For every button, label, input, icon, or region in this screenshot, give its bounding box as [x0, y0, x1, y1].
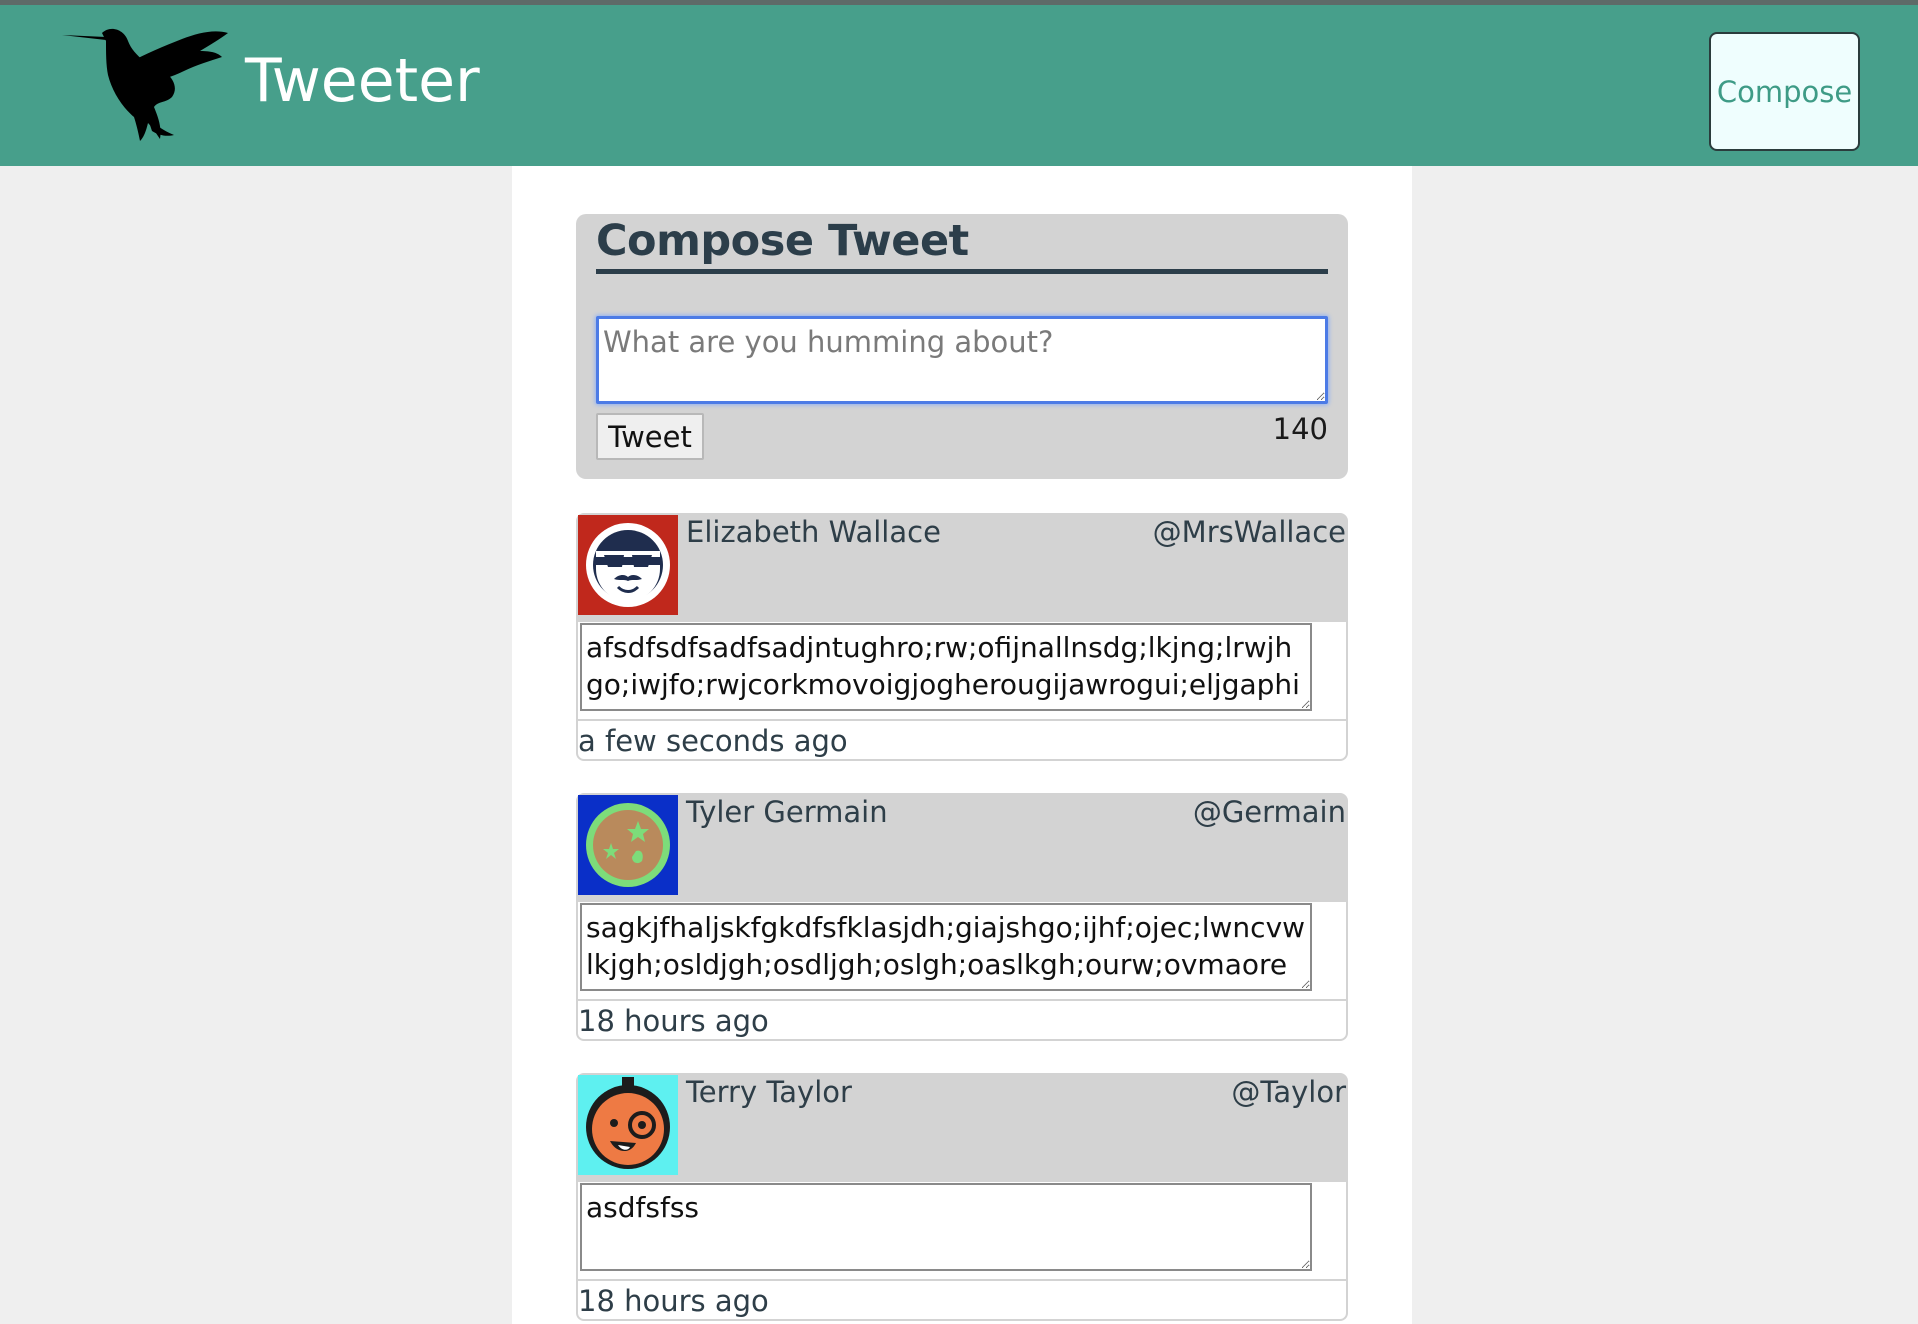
tweet-timestamp: a few seconds ago: [578, 724, 848, 758]
tweet-card: Tyler Germain @Germain sagkjfhaljskfgkdf…: [576, 793, 1348, 1041]
tweet-text[interactable]: asdfsfss: [580, 1183, 1312, 1271]
navbar: Tweeter Compose: [0, 5, 1918, 166]
tweet-author-handle[interactable]: @MrsWallace: [1153, 515, 1346, 549]
hummingbird-logo-icon: [62, 28, 228, 141]
sunglasses-mustache-avatar-icon: [578, 515, 678, 615]
tweet-header: Elizabeth Wallace @MrsWallace: [576, 513, 1348, 622]
compose-nav-button[interactable]: Compose: [1709, 32, 1860, 151]
tweet-timestamp: 18 hours ago: [578, 1284, 769, 1318]
compose-title-rule: [596, 269, 1328, 274]
compose-title: Compose Tweet: [596, 216, 969, 266]
tweet-text[interactable]: sagkjfhaljskfgkdfsfklasjdh;giajshgo;ijhf…: [580, 903, 1312, 991]
tweet-body: afsdfsdfsadfsadjntughro;rw;ofijnallnsdg;…: [576, 622, 1348, 761]
tweet-header: Tyler Germain @Germain: [576, 793, 1348, 902]
tweet-card: Elizabeth Wallace @MrsWallace afsdfsdfsa…: [576, 513, 1348, 761]
tweet-input[interactable]: [596, 316, 1328, 404]
tweet-card: Terry Taylor @Taylor asdfsfss 18 hours a…: [576, 1073, 1348, 1321]
tweet-author-name: Elizabeth Wallace: [686, 515, 941, 549]
tweet-author-name: Tyler Germain: [686, 795, 888, 829]
tweet-text[interactable]: afsdfsdfsadfsadjntughro;rw;ofijnallnsdg;…: [580, 623, 1312, 711]
tweet-timestamp: 18 hours ago: [578, 1004, 769, 1038]
brand-title: Tweeter: [245, 46, 480, 116]
char-counter: 140: [1272, 412, 1328, 446]
tweet-header: Terry Taylor @Taylor: [576, 1073, 1348, 1182]
tweet-author-handle[interactable]: @Taylor: [1231, 1075, 1346, 1109]
monocle-face-avatar-icon: [578, 1075, 678, 1175]
tweet-button[interactable]: Tweet: [596, 413, 704, 460]
tweet-author-handle[interactable]: @Germain: [1193, 795, 1346, 829]
tweet-author-name: Terry Taylor: [686, 1075, 852, 1109]
cookie-stars-avatar-icon: [578, 795, 678, 895]
tweet-body: sagkjfhaljskfgkdfsfklasjdh;giajshgo;ijhf…: [576, 902, 1348, 1041]
tweet-body: asdfsfss 18 hours ago: [576, 1182, 1348, 1321]
